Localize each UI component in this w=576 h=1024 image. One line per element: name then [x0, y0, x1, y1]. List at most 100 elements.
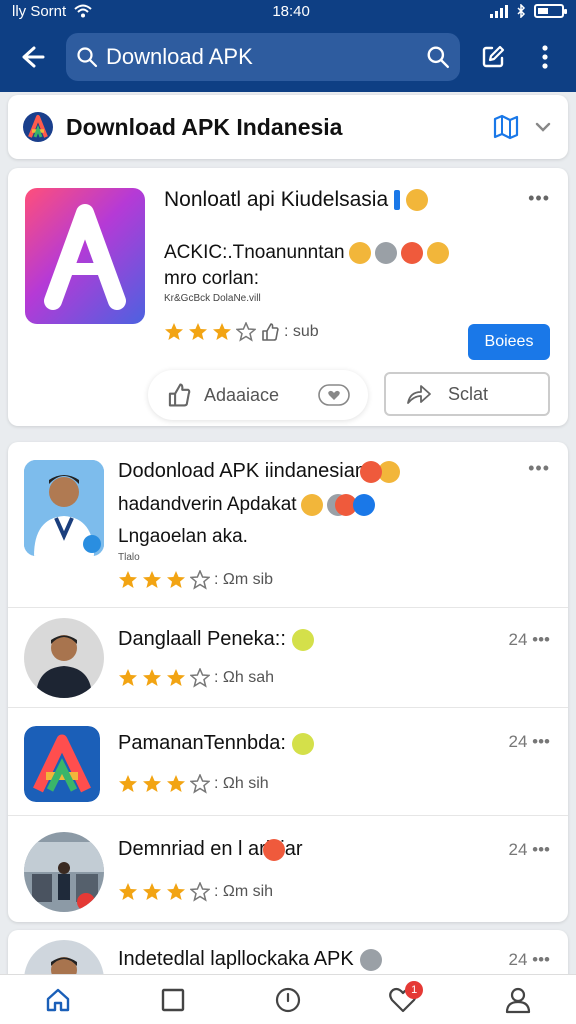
list-item-title-text: Indetedlal lapllockaka APK	[118, 948, 354, 970]
heart-chat-icon	[318, 384, 350, 406]
star-full-icon	[119, 669, 137, 686]
nav-explore[interactable]	[258, 975, 318, 1024]
nav-apps[interactable]	[143, 975, 203, 1024]
person-photo-icon	[24, 460, 104, 556]
page-header-card: Download APK Indanesia	[8, 95, 568, 159]
star-full-icon	[143, 775, 161, 792]
list-item[interactable]: Dodonload APK iindanesiam ••• hadandveri…	[8, 442, 568, 608]
label-emoji-icon	[291, 628, 314, 651]
share-button[interactable]: Sclat	[384, 372, 550, 416]
nav-home[interactable]	[28, 975, 88, 1024]
star-full-icon	[165, 323, 183, 340]
list-item-title: Indetedlal lapllockaka APK	[118, 948, 382, 971]
list-item-rating-text: : Ωh sah	[214, 669, 274, 686]
more-vert-icon	[542, 45, 548, 69]
list-item-sub1: hadandverin Apdakat	[118, 494, 297, 515]
status-bar: lly Sornt 18:40	[0, 0, 576, 22]
star-full-icon	[167, 883, 185, 900]
avatar	[24, 832, 104, 912]
star-empty-icon	[190, 774, 210, 794]
featured-app-card[interactable]: Nonloatl api Kiudelsasia ••• ACKIC:.Tnoa…	[8, 168, 568, 426]
list-item-sub2: Lngaoelan aka.	[118, 526, 248, 547]
compass-icon	[275, 987, 301, 1012]
star-full-icon	[119, 775, 137, 792]
list-item-subtitle: hadandverin Apdakat	[118, 494, 375, 516]
star-full-icon	[213, 323, 231, 340]
chevron-down-icon[interactable]	[532, 116, 554, 138]
bottom-nav: 1	[0, 974, 576, 1024]
search-icon	[77, 47, 98, 68]
store-photo-icon	[24, 832, 104, 912]
carrier-label: lly Sornt	[12, 2, 67, 20]
share-arrow-icon	[407, 385, 431, 404]
page-title: Download APK Indanesia	[66, 113, 343, 140]
smile-emoji-icon	[348, 242, 371, 264]
list-item-time: 24 •••	[508, 840, 550, 860]
featured-desc-line2: mro corlan:	[164, 268, 260, 289]
wifi-icon	[74, 4, 92, 18]
nav-profile[interactable]	[488, 975, 548, 1024]
star-full-icon	[167, 571, 185, 588]
install-button[interactable]: Boiees	[468, 324, 550, 360]
bluetooth-icon	[517, 4, 526, 18]
grin-emoji-icon	[400, 242, 423, 264]
list-item-rating-text: : Ωm sib	[214, 571, 274, 588]
list-item-more-button[interactable]: •••	[528, 458, 550, 479]
marker-icon	[394, 190, 401, 210]
smile-emoji-icon	[406, 189, 429, 211]
smile-emoji-icon	[300, 494, 323, 516]
featured-description: ACKIC:.Tnoanunntan mro corlan:	[164, 240, 484, 292]
list-item-rating: : Ωm sih	[118, 882, 273, 902]
home-icon	[46, 988, 69, 1011]
list-item-more-button[interactable]: •••	[532, 950, 550, 969]
list-item-title-text: Danglaall Peneka::	[118, 628, 286, 650]
app-bar: Download APK	[0, 22, 576, 92]
map-flag-icon[interactable]	[492, 114, 520, 140]
signal-icon	[489, 4, 508, 18]
star-empty-icon	[190, 570, 210, 590]
search-query: Download APK	[106, 44, 253, 69]
label-emoji-icon	[291, 732, 314, 755]
arrow-left-icon	[22, 46, 45, 68]
list-item-more-button[interactable]: •••	[532, 630, 550, 649]
star-full-icon	[143, 883, 161, 900]
like-button[interactable]: Adaaiace	[148, 370, 368, 420]
star-empty-icon	[236, 322, 256, 342]
edit-button[interactable]	[474, 37, 512, 77]
featured-rating: : sub	[164, 322, 319, 342]
list-item[interactable]: PamananTennbda: 24 ••• : Ωh sih	[8, 708, 568, 816]
star-full-icon	[119, 571, 137, 588]
search-input[interactable]: Download APK	[66, 33, 460, 81]
avatar	[24, 618, 104, 698]
featured-app-title: Nonloatl api Kiudelsasia	[164, 188, 389, 211]
nav-favorites[interactable]: 1	[373, 975, 433, 1024]
list-item[interactable]: Danglaall Peneka:: 24 ••• : Ωh sah	[8, 608, 568, 708]
list-item-title-text: Dodonload APK iindanesiam	[118, 460, 372, 482]
list-item[interactable]: Demnriad en l arisiar 24 ••• : Ωm sih	[8, 816, 568, 922]
list-item-more-button[interactable]: •••	[532, 732, 550, 751]
person-icon	[506, 987, 531, 1013]
square-icon	[161, 988, 184, 1011]
star-full-icon	[189, 323, 207, 340]
app-list-card: Dodonload APK iindanesiam ••• hadandveri…	[8, 442, 568, 922]
more-menu-button[interactable]	[526, 37, 564, 77]
star-full-icon	[119, 883, 137, 900]
list-item-more-button[interactable]: •••	[532, 840, 550, 859]
blue-dot-icon	[352, 494, 375, 516]
like-label: Adaaiace	[204, 384, 280, 405]
list-item-rating: : Ωh sah	[118, 668, 274, 688]
thumb-up-icon	[168, 383, 191, 407]
list-item-time: 24 •••	[508, 630, 550, 650]
edit-icon	[482, 45, 505, 68]
list-item-time-text: 24	[508, 950, 528, 969]
featured-more-button[interactable]: •••	[528, 188, 550, 209]
featured-rating-text: : sub	[284, 323, 319, 340]
featured-desc-line1: ACKIC:.Tnoanunntan	[164, 242, 345, 263]
search-submit-icon[interactable]	[426, 45, 450, 69]
list-item-title: PamananTennbda:	[118, 732, 314, 755]
photo-emoji-icon	[359, 948, 382, 971]
star-full-icon	[143, 669, 161, 686]
back-button[interactable]	[12, 37, 52, 77]
battery-icon	[533, 4, 567, 18]
star-empty-icon	[190, 668, 210, 688]
